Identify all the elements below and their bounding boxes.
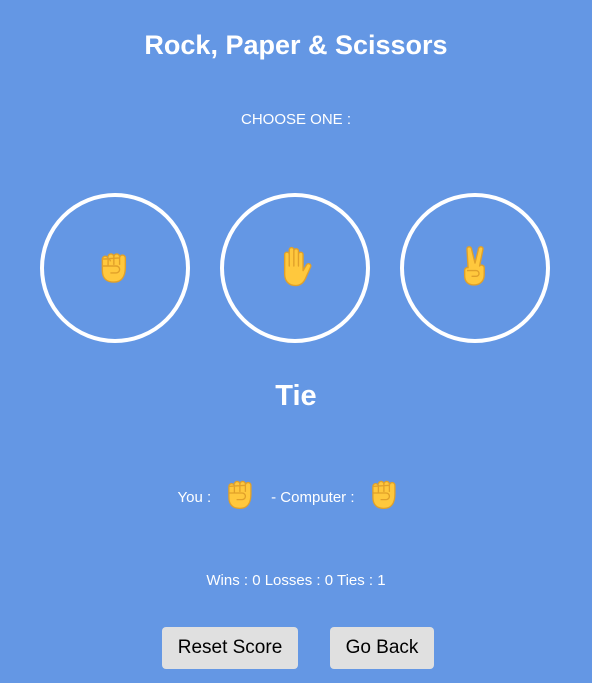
raised-fist-icon (92, 243, 138, 294)
go-back-button[interactable]: Go Back (330, 627, 434, 669)
picks-row: You : - Computer : (0, 472, 592, 522)
scissors-choice-button[interactable] (400, 193, 550, 343)
reset-score-button[interactable]: Reset Score (162, 627, 298, 669)
score-text: Wins : 0 Losses : 0 Ties : 1 (206, 572, 386, 589)
choose-prompt: CHOOSE ONE : (240, 111, 352, 128)
choice-group (0, 193, 592, 353)
paper-choice-button[interactable] (220, 193, 370, 343)
raised-fist-icon (363, 471, 407, 515)
victory-hand-icon (452, 243, 498, 294)
page-title: Rock, Paper & Scissors (144, 30, 448, 60)
raised-fist-icon (219, 471, 263, 515)
rock-choice-button[interactable] (40, 193, 190, 343)
computer-label: - Computer : (271, 488, 355, 506)
result-text: Tie (275, 380, 317, 412)
raised-hand-icon (272, 243, 318, 294)
you-label: You : (177, 488, 212, 506)
